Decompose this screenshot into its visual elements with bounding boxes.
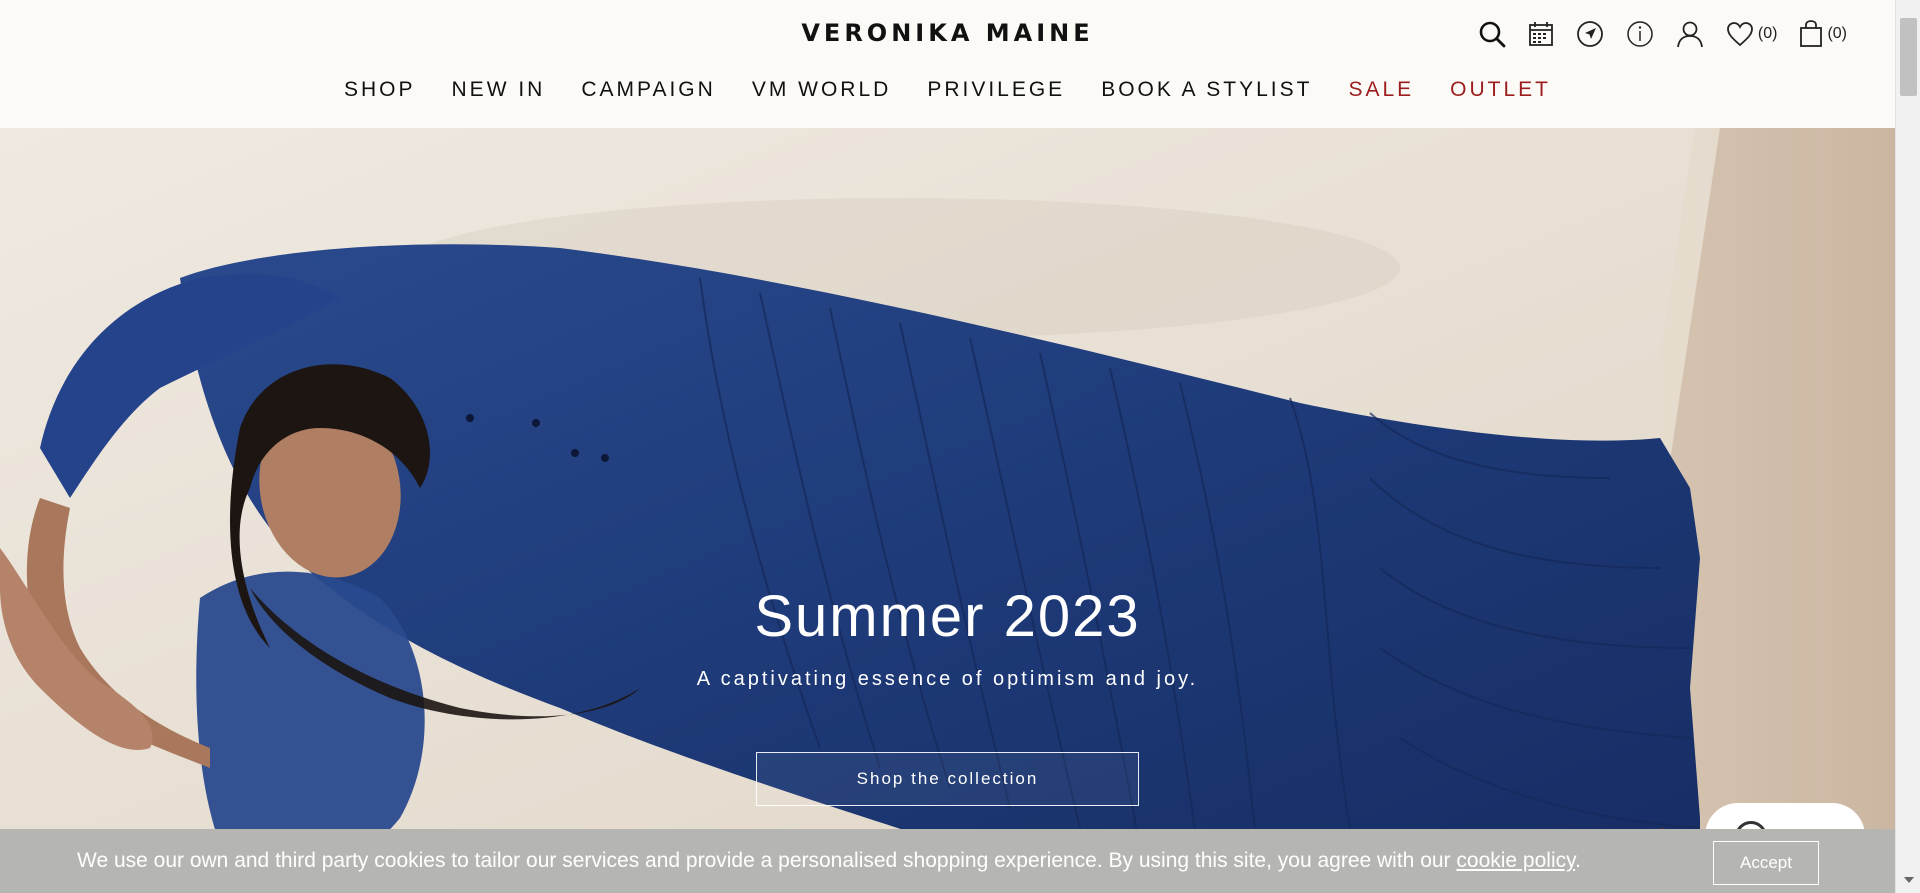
nav-item-new-in[interactable]: NEW IN <box>452 78 546 102</box>
cookie-suffix: . <box>1575 849 1581 872</box>
nav-item-outlet[interactable]: OUTLET <box>1450 78 1551 102</box>
wishlist-count: (0) <box>1757 25 1778 42</box>
main-nav: SHOP NEW IN CAMPAIGN VM WORLD PRIVILEGE … <box>0 78 1895 102</box>
info-icon[interactable] <box>1626 20 1654 48</box>
nav-item-privilege[interactable]: PRIVILEGE <box>927 78 1065 102</box>
accept-cookies-button[interactable]: Accept <box>1713 841 1819 885</box>
user-icon[interactable] <box>1676 20 1704 48</box>
viewport: VERONIKA MAINE (0) (0) SHOP NEW IN CAMPA… <box>0 0 1895 893</box>
bag-count: (0) <box>1827 25 1847 42</box>
nav-item-shop[interactable]: SHOP <box>344 78 416 102</box>
location-arrow-icon[interactable] <box>1576 20 1604 48</box>
cookie-message: We use our own and third party cookies t… <box>77 849 1581 873</box>
calendar-icon[interactable] <box>1528 21 1554 47</box>
shop-collection-button[interactable]: Shop the collection <box>756 752 1139 806</box>
nav-item-vm-world[interactable]: VM WORLD <box>752 78 892 102</box>
page: VERONIKA MAINE (0) (0) SHOP NEW IN CAMPA… <box>0 0 1920 893</box>
search-icon[interactable] <box>1478 20 1506 48</box>
header-icons: (0) (0) <box>1478 20 1847 48</box>
wishlist-button[interactable]: (0) <box>1726 21 1778 47</box>
nav-item-sale[interactable]: SALE <box>1348 78 1414 102</box>
scrollbar[interactable] <box>1895 0 1920 893</box>
scroll-thumb[interactable] <box>1900 18 1917 96</box>
cookie-text: We use our own and third party cookies t… <box>77 849 1457 872</box>
shopping-bag-icon <box>1799 20 1823 48</box>
nav-item-campaign[interactable]: CAMPAIGN <box>581 78 715 102</box>
cookie-policy-link[interactable]: cookie policy <box>1456 849 1575 872</box>
bag-button[interactable]: (0) <box>1799 20 1847 48</box>
hero-banner[interactable]: Summer 2023 A captivating essence of opt… <box>0 128 1895 893</box>
scroll-down-arrow-icon[interactable] <box>1904 877 1914 883</box>
site-header: VERONIKA MAINE (0) (0) SHOP NEW IN CAMPA… <box>0 0 1895 128</box>
hero-title: Summer 2023 <box>754 584 1141 649</box>
heart-icon <box>1726 21 1754 47</box>
nav-item-book-a-stylist[interactable]: BOOK A STYLIST <box>1101 78 1312 102</box>
cookie-banner: We use our own and third party cookies t… <box>0 829 1895 893</box>
hero-subtitle: A captivating essence of optimism and jo… <box>696 668 1199 690</box>
